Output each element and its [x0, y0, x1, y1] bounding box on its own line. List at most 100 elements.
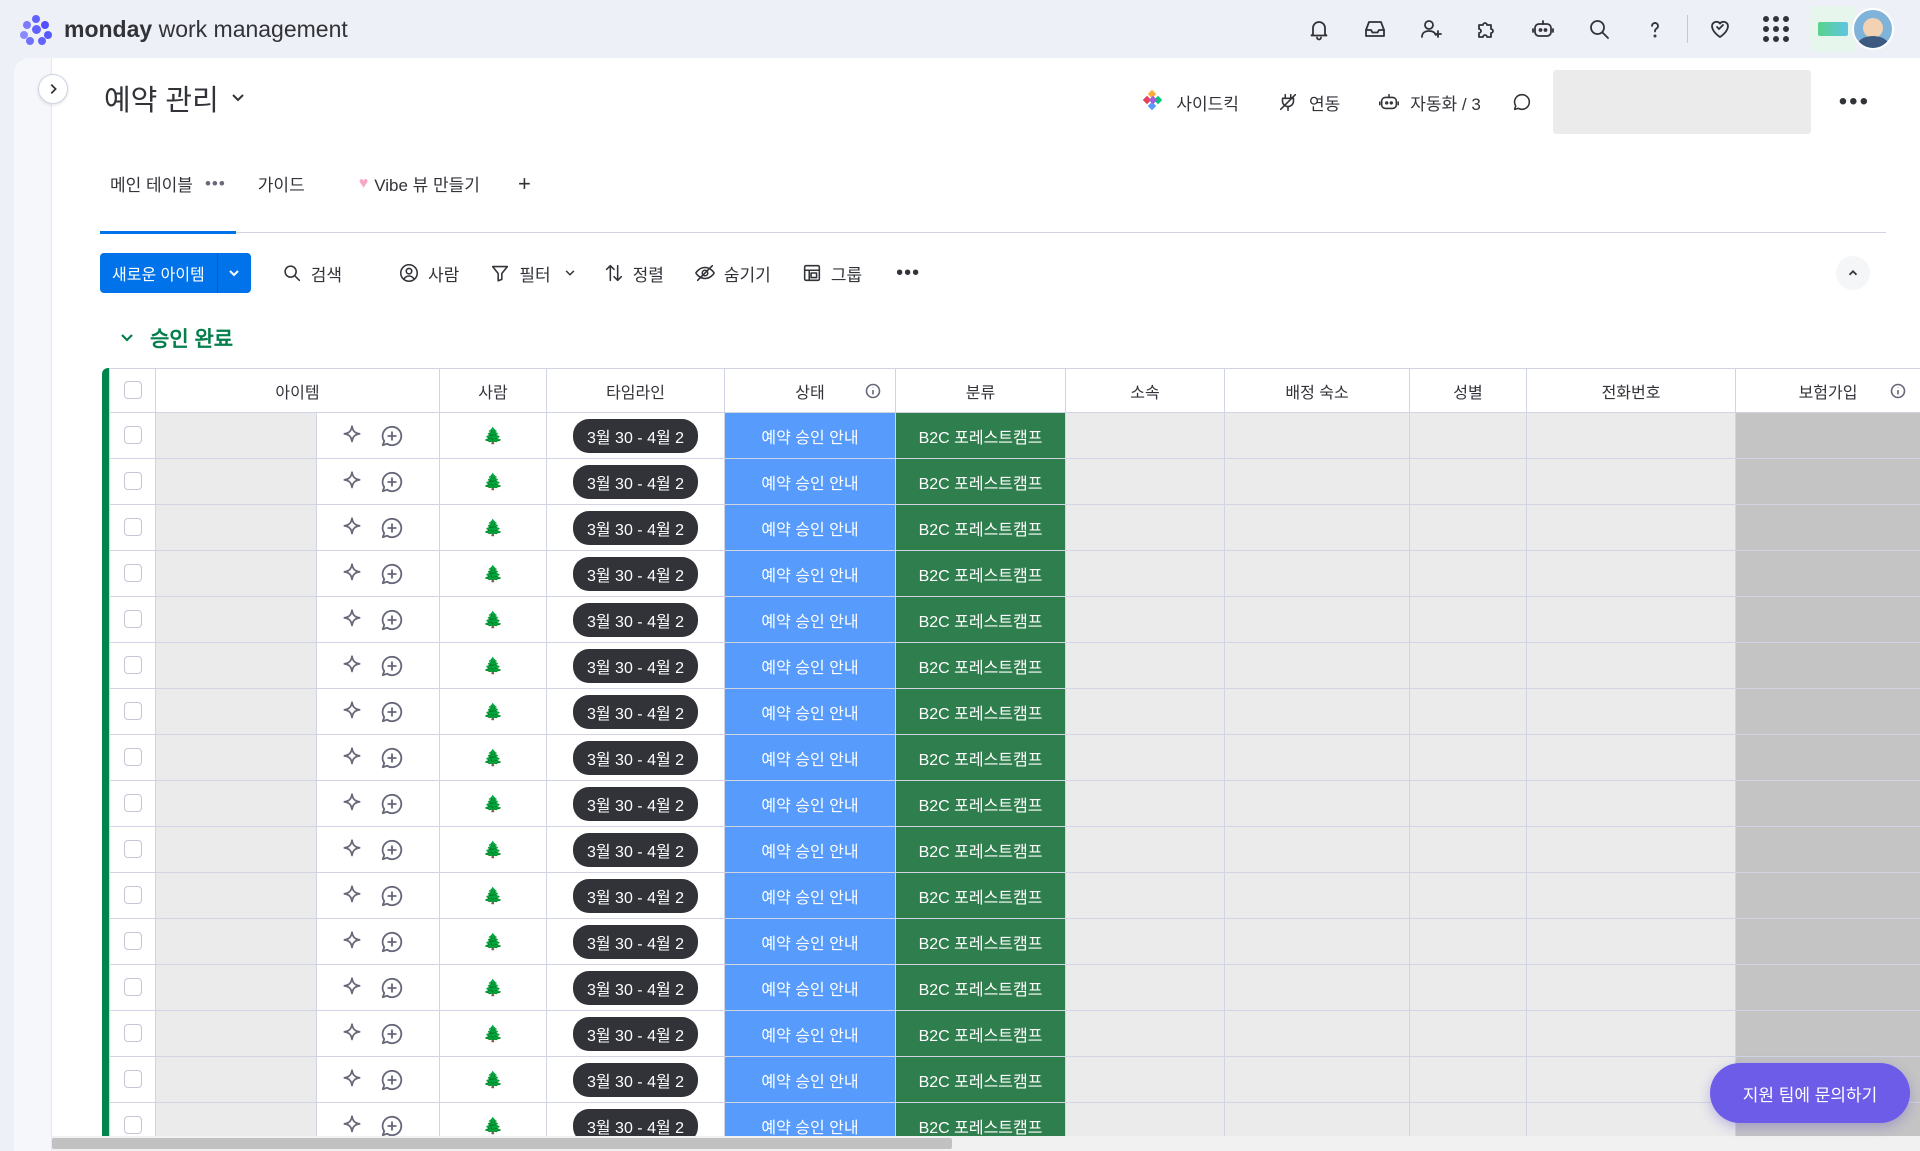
new-item-label[interactable]: 새로운 아이템 [100, 253, 217, 293]
insurance-cell[interactable] [1735, 734, 1920, 781]
sparkle-icon[interactable] [339, 607, 365, 633]
person-cell[interactable]: 🌲 [439, 1010, 548, 1057]
new-item-button[interactable]: 새로운 아이템 [100, 253, 251, 293]
table-row[interactable]: 🌲 3월 30 - 4월 2 예약 승인 안내 B2C 포레스트캠프 [109, 550, 1920, 597]
category-cell[interactable]: B2C 포레스트캠프 [895, 642, 1067, 689]
lodging-cell[interactable] [1224, 642, 1411, 689]
sparkle-icon[interactable] [339, 837, 365, 863]
person-cell[interactable]: 🌲 [439, 688, 548, 735]
category-cell[interactable]: B2C 포레스트캠프 [895, 1056, 1067, 1103]
contact-support-button[interactable]: 지원 팀에 문의하기 [1710, 1063, 1910, 1123]
row-checkbox[interactable] [123, 886, 142, 905]
table-row[interactable]: 🌲 3월 30 - 4월 2 예약 승인 안내 B2C 포레스트캠프 [109, 918, 1920, 965]
row-checkbox[interactable] [123, 932, 142, 951]
item-name-cell[interactable] [155, 1010, 317, 1057]
affiliation-cell[interactable] [1065, 412, 1226, 459]
table-row[interactable]: 🌲 3월 30 - 4월 2 예약 승인 안내 B2C 포레스트캠프 [109, 734, 1920, 781]
person-cell[interactable]: 🌲 [439, 412, 548, 459]
updates-button[interactable] [1511, 91, 1533, 113]
add-update-icon[interactable] [379, 791, 405, 817]
heart-icon[interactable] [1692, 0, 1748, 58]
affiliation-cell[interactable] [1065, 780, 1226, 827]
column-header-status[interactable]: 상태 [724, 368, 897, 413]
phone-cell[interactable] [1526, 964, 1737, 1011]
gender-cell[interactable] [1409, 550, 1528, 597]
phone-cell[interactable] [1526, 734, 1737, 781]
gender-cell[interactable] [1409, 826, 1528, 873]
row-checkbox[interactable] [123, 978, 142, 997]
category-cell[interactable]: B2C 포레스트캠프 [895, 550, 1067, 597]
person-cell[interactable]: 🌲 [439, 1056, 548, 1103]
sort-button[interactable]: 정렬 [603, 261, 664, 286]
lodging-cell[interactable] [1224, 964, 1411, 1011]
gender-cell[interactable] [1409, 504, 1528, 551]
inbox-icon[interactable] [1347, 0, 1403, 58]
affiliation-cell[interactable] [1065, 550, 1226, 597]
item-name-cell[interactable] [155, 1056, 317, 1103]
sparkle-icon[interactable] [339, 929, 365, 955]
status-cell[interactable]: 예약 승인 안내 [724, 1010, 897, 1057]
puzzle-icon[interactable] [1459, 0, 1515, 58]
row-select-cell[interactable] [109, 504, 156, 551]
table-row[interactable]: 🌲 3월 30 - 4월 2 예약 승인 안내 B2C 포레스트캠프 [109, 872, 1920, 919]
tab-options-icon[interactable]: ••• [205, 174, 226, 194]
row-select-cell[interactable] [109, 1010, 156, 1057]
lodging-cell[interactable] [1224, 826, 1411, 873]
row-select-cell[interactable] [109, 780, 156, 827]
insurance-cell[interactable] [1735, 964, 1920, 1011]
timeline-cell[interactable]: 3월 30 - 4월 2 [546, 504, 726, 551]
item-name-cell[interactable] [155, 412, 317, 459]
add-update-icon[interactable] [379, 515, 405, 541]
table-row[interactable]: 🌲 3월 30 - 4월 2 예약 승인 안내 B2C 포레스트캠프 [109, 688, 1920, 735]
insurance-cell[interactable] [1735, 780, 1920, 827]
insurance-cell[interactable] [1735, 550, 1920, 597]
sparkle-icon[interactable] [339, 515, 365, 541]
affiliation-cell[interactable] [1065, 1056, 1226, 1103]
gender-cell[interactable] [1409, 596, 1528, 643]
person-filter-button[interactable]: 사람 [398, 261, 459, 286]
status-cell[interactable]: 예약 승인 안내 [724, 550, 897, 597]
person-cell[interactable]: 🌲 [439, 734, 548, 781]
add-update-icon[interactable] [379, 883, 405, 909]
sparkle-icon[interactable] [339, 699, 365, 725]
insurance-cell[interactable] [1735, 688, 1920, 735]
gender-cell[interactable] [1409, 1010, 1528, 1057]
insurance-cell[interactable] [1735, 918, 1920, 965]
gender-cell[interactable] [1409, 964, 1528, 1011]
add-update-icon[interactable] [379, 1113, 405, 1139]
row-checkbox[interactable] [123, 1116, 142, 1135]
person-cell[interactable]: 🌲 [439, 826, 548, 873]
timeline-cell[interactable]: 3월 30 - 4월 2 [546, 918, 726, 965]
add-update-icon[interactable] [379, 1067, 405, 1093]
sparkle-icon[interactable] [339, 791, 365, 817]
sparkle-icon[interactable] [339, 883, 365, 909]
gender-cell[interactable] [1409, 642, 1528, 689]
collapse-header-button[interactable] [1836, 256, 1870, 290]
add-update-icon[interactable] [379, 699, 405, 725]
timeline-cell[interactable]: 3월 30 - 4월 2 [546, 1010, 726, 1057]
status-cell[interactable]: 예약 승인 안내 [724, 780, 897, 827]
row-checkbox[interactable] [123, 840, 142, 859]
insurance-cell[interactable] [1735, 412, 1920, 459]
phone-cell[interactable] [1526, 412, 1737, 459]
phone-cell[interactable] [1526, 826, 1737, 873]
item-name-cell[interactable] [155, 596, 317, 643]
horizontal-scrollbar-thumb[interactable] [52, 1138, 952, 1149]
affiliation-cell[interactable] [1065, 504, 1226, 551]
info-icon[interactable] [865, 383, 881, 399]
status-cell[interactable]: 예약 승인 안내 [724, 872, 897, 919]
group-by-button[interactable]: 그룹 [801, 261, 862, 286]
lodging-cell[interactable] [1224, 550, 1411, 597]
person-cell[interactable]: 🌲 [439, 550, 548, 597]
row-select-cell[interactable] [109, 458, 156, 505]
column-header-phone[interactable]: 전화번호 [1526, 368, 1737, 413]
row-checkbox[interactable] [123, 564, 142, 583]
item-name-cell[interactable] [155, 872, 317, 919]
lodging-cell[interactable] [1224, 596, 1411, 643]
category-cell[interactable]: B2C 포레스트캠프 [895, 1010, 1067, 1057]
table-row[interactable]: 🌲 3월 30 - 4월 2 예약 승인 안내 B2C 포레스트캠프 [109, 642, 1920, 689]
search-icon[interactable] [1571, 0, 1627, 58]
tab-vibe-view[interactable]: ♥ Vibe 뷰 만들기 [349, 134, 490, 233]
phone-cell[interactable] [1526, 1010, 1737, 1057]
timeline-cell[interactable]: 3월 30 - 4월 2 [546, 642, 726, 689]
